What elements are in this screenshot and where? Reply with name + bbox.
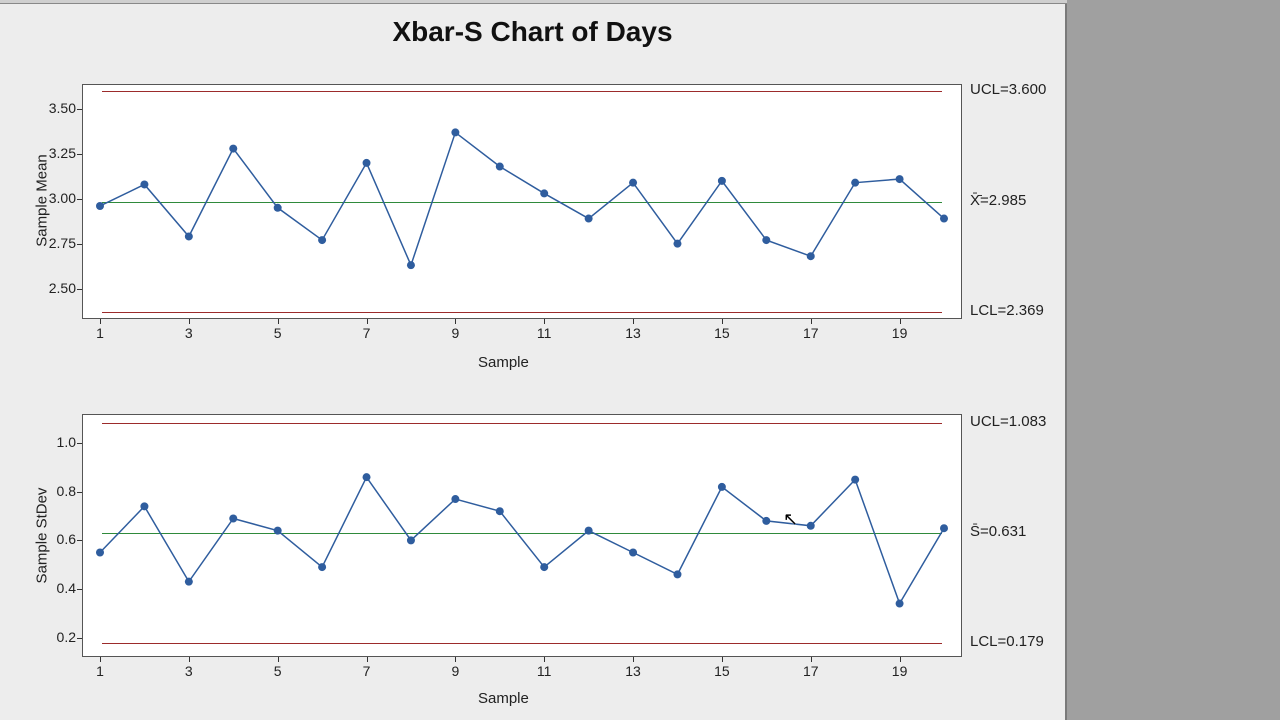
s-xtick: 5 (274, 663, 282, 679)
xbar-ytick: 2.50 (40, 280, 76, 296)
s-xtick: 17 (803, 663, 819, 679)
xbar-ytick: 2.75 (40, 235, 76, 251)
s-xtick: 15 (714, 663, 730, 679)
s-lcl-label: LCL=0.179 (970, 633, 1044, 650)
xbar-xtick: 9 (451, 325, 459, 341)
s-ytick: 0.8 (40, 483, 76, 499)
xbar-xtick: 5 (274, 325, 282, 341)
s-chart: Sample StDev Sample 0.20.40.60.81.0 1357… (30, 404, 1060, 714)
s-ytick: 0.4 (40, 580, 76, 596)
s-xtick: 11 (537, 663, 552, 679)
xbar-xtick: 11 (537, 325, 552, 341)
xbar-ytick: 3.50 (40, 100, 76, 116)
s-ucl-label: UCL=1.083 (970, 413, 1046, 430)
s-center-label: S̄=0.631 (970, 523, 1026, 540)
s-xtick: 13 (625, 663, 641, 679)
xbar-x-axis-label: Sample (478, 354, 529, 371)
xbar-xtick: 7 (363, 325, 371, 341)
s-xtick: 7 (363, 663, 371, 679)
s-ytick: 0.6 (40, 531, 76, 547)
xbar-xtick: 19 (892, 325, 908, 341)
chart-sheet: Xbar-S Chart of Days Sample Mean Sample … (0, 4, 1067, 720)
xbar-xtick: 3 (185, 325, 193, 341)
s-xtick: 1 (96, 663, 104, 679)
s-ytick: 0.2 (40, 629, 76, 645)
s-x-axis-label: Sample (478, 690, 529, 707)
s-series (82, 414, 962, 657)
xbar-ytick: 3.00 (40, 190, 76, 206)
s-xtick: 9 (451, 663, 459, 679)
xbar-xtick: 13 (625, 325, 641, 341)
s-ytick: 1.0 (40, 434, 76, 450)
xbar-ytick: 3.25 (40, 145, 76, 161)
xbar-xtick: 17 (803, 325, 819, 341)
xbar-xtick: 15 (714, 325, 730, 341)
xbar-ucl-label: UCL=3.600 (970, 81, 1046, 98)
xbar-series (82, 84, 962, 319)
s-xtick: 3 (185, 663, 193, 679)
xbar-center-label: X̄̄=2.985 (970, 192, 1026, 209)
chart-title: Xbar-S Chart of Days (0, 16, 1065, 48)
xbar-chart: Sample Mean Sample 2.502.753.003.253.50 … (30, 74, 1060, 374)
xbar-lcl-label: LCL=2.369 (970, 302, 1044, 319)
s-xtick: 19 (892, 663, 908, 679)
app-window: Xbar-S Chart of Days Sample Mean Sample … (0, 0, 1280, 720)
xbar-xtick: 1 (96, 325, 104, 341)
